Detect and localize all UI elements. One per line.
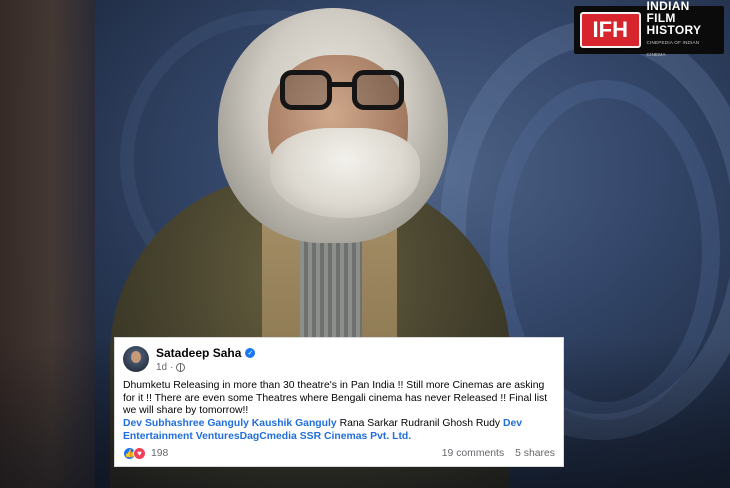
post-time[interactable]: 1d: [156, 362, 167, 373]
logo-line: HISTORY: [646, 22, 702, 37]
post-stats: 19 comments 5 shares: [442, 448, 555, 459]
post-header: Satadeep Saha ✓ 1d ·: [123, 346, 555, 376]
reaction-count: 198: [151, 448, 169, 459]
glasses-bridge: [332, 82, 354, 87]
white-beard: [270, 128, 420, 218]
site-logo[interactable]: IFH INDIAN FILM HISTORY CINEPEDIA OF IND…: [574, 0, 724, 57]
logo-badge: IFH: [580, 12, 641, 48]
post-header-text: Satadeep Saha ✓ 1d ·: [156, 346, 256, 373]
heart-icon: ♥: [133, 447, 146, 460]
reactions[interactable]: 👍 ♥ 198: [123, 447, 168, 460]
tag-link[interactable]: Subhashree Ganguly: [145, 418, 249, 429]
post-tags: Dev Subhashree Ganguly Kaushik Ganguly R…: [123, 418, 555, 443]
logo-tagline: CINEPEDIA OF INDIAN CINEMA: [646, 39, 700, 57]
tag-text: Rana Sarkar Rudranil Ghosh Rudy: [339, 418, 501, 430]
avatar[interactable]: [123, 346, 149, 372]
glasses-lens: [352, 70, 404, 110]
post-text: Dhumketu Releasing in more than 30 theat…: [123, 380, 548, 417]
facebook-post-card: Satadeep Saha ✓ 1d · Dhumketu Releasing …: [114, 337, 564, 467]
logo-line: FILM: [646, 10, 676, 25]
author-row: Satadeep Saha ✓: [156, 346, 256, 360]
shares-count[interactable]: 5 shares: [515, 448, 555, 459]
tag-link[interactable]: SSR Cinemas Pvt. Ltd.: [300, 431, 411, 442]
post-meta: 1d ·: [156, 362, 255, 373]
globe-icon: [176, 363, 186, 372]
tag-link[interactable]: Kaushik Ganguly: [252, 418, 337, 429]
logo-wordmark: INDIAN FILM HISTORY CINEPEDIA OF INDIAN …: [647, 0, 718, 61]
logo-line: INDIAN: [646, 0, 690, 13]
author-name[interactable]: Satadeep Saha: [156, 346, 241, 360]
tag-link[interactable]: Dev: [123, 418, 142, 429]
verified-badge-icon: ✓: [245, 348, 256, 358]
post-footer: 👍 ♥ 198 19 comments 5 shares: [123, 447, 555, 460]
glasses-lens: [280, 70, 332, 110]
glasses: [280, 70, 410, 112]
tag-link[interactable]: DagCmedia: [240, 431, 297, 442]
dot-separator: ·: [170, 362, 174, 373]
comments-count[interactable]: 19 comments: [442, 448, 504, 459]
